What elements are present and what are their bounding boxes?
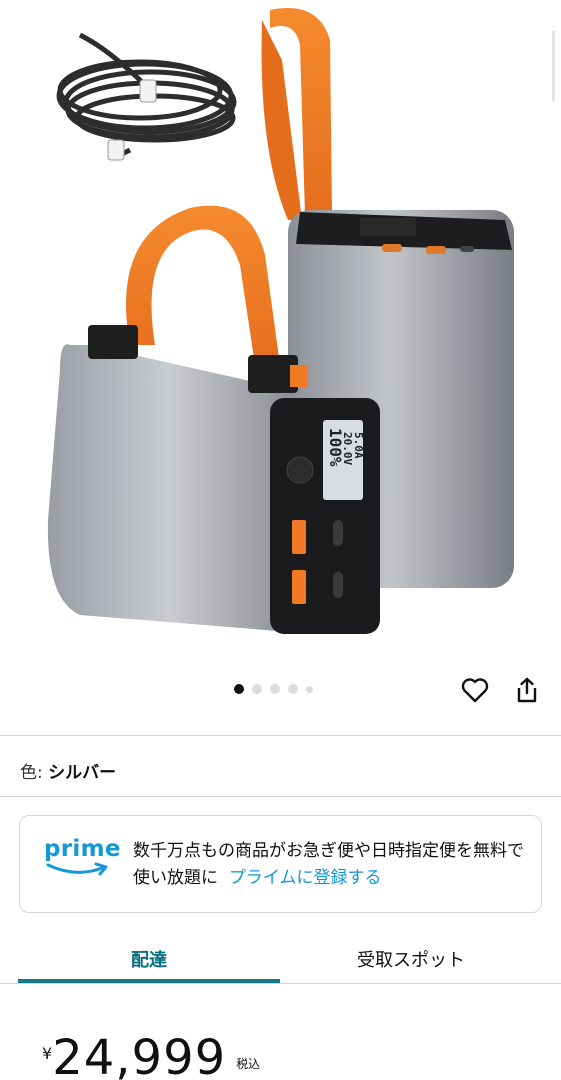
- tab-divider: [0, 983, 561, 984]
- product-photo: 100% 20.0V 5.0A: [47, 8, 514, 634]
- tab-delivery[interactable]: 配達: [18, 935, 280, 982]
- carousel-dot-4[interactable]: [288, 684, 298, 694]
- prime-logo: prime: [44, 836, 121, 886]
- divider: [0, 735, 561, 736]
- heart-icon: [461, 678, 489, 703]
- carousel-dot-5[interactable]: [306, 685, 313, 693]
- prime-logo-text: prime: [44, 836, 121, 862]
- delivery-tabs: 配達 受取スポット: [0, 935, 561, 985]
- tax-note: 税込: [236, 1057, 261, 1071]
- price-amount: 24,999: [52, 1030, 227, 1080]
- carousel-dot-3[interactable]: [270, 684, 280, 694]
- share-icon: [517, 677, 537, 703]
- prime-description: 数千万点もの商品がお急ぎ便や日時指定便を無料で使い放題に プライムに登録する: [133, 838, 533, 892]
- divider: [0, 796, 561, 797]
- svg-text:5.0A: 5.0A: [352, 432, 365, 459]
- product-image-gallery[interactable]: 100% 20.0V 5.0A: [0, 0, 561, 665]
- wishlist-button[interactable]: [457, 672, 493, 708]
- carousel-dots[interactable]: [234, 684, 313, 694]
- share-button[interactable]: [509, 672, 545, 708]
- color-value: シルバー: [48, 763, 117, 783]
- color-label: 色:: [20, 763, 49, 783]
- carousel-dot-1[interactable]: [234, 684, 244, 694]
- price: ¥24,999 税込: [42, 1030, 260, 1080]
- currency-symbol: ¥: [42, 1044, 53, 1063]
- prime-promo-card[interactable]: prime 数千万点もの商品がお急ぎ便や日時指定便を無料で使い放題に プライムに…: [19, 815, 542, 913]
- color-selector[interactable]: 色: シルバー: [20, 758, 116, 783]
- scroll-indicator: [552, 30, 555, 102]
- tab-pickup-spot[interactable]: 受取スポット: [280, 935, 542, 982]
- carousel-dot-2[interactable]: [252, 684, 262, 694]
- prime-signup-link[interactable]: プライムに登録する: [229, 868, 382, 888]
- prime-smile-icon: [46, 862, 108, 876]
